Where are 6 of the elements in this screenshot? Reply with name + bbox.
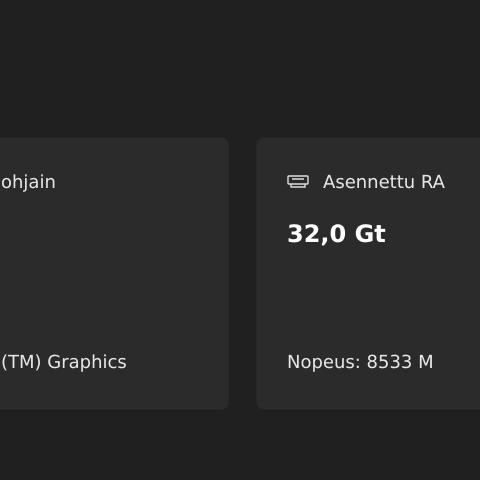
card-title: Asennettu RA: [323, 172, 445, 192]
memory-icon: [287, 175, 309, 189]
card-value: 32,0 Gt: [287, 220, 387, 248]
card-detail: Nopeus: 8533 M: [287, 352, 435, 373]
card-detail: (TM) Graphics: [1, 352, 128, 373]
card-title: ohjain: [1, 172, 56, 192]
